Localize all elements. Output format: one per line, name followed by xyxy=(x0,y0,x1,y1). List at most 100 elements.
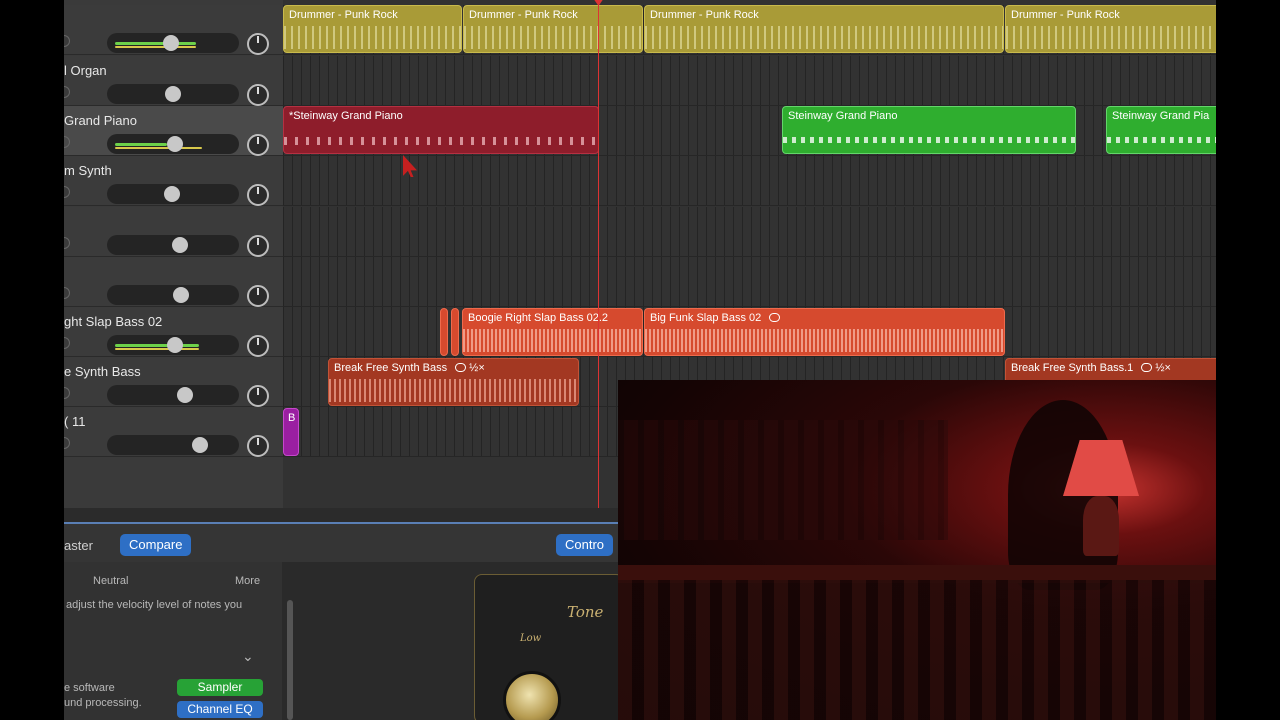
track-header[interactable] xyxy=(64,5,283,55)
region-label-wrap: Big Funk Slap Bass 02 xyxy=(650,312,781,324)
volume-slider-knob[interactable] xyxy=(162,35,179,51)
vertical-scrollbar[interactable] xyxy=(287,600,293,720)
track-name: Grand Piano xyxy=(64,113,137,128)
track-name: ght Slap Bass 02 xyxy=(64,314,163,329)
record-enable-icon[interactable] xyxy=(64,237,70,249)
region-label: Break Free Synth Bass xyxy=(334,362,448,374)
record-enable-icon[interactable] xyxy=(64,387,70,399)
record-enable-icon[interactable] xyxy=(64,287,70,299)
pan-knob[interactable] xyxy=(247,285,269,307)
channel-eq-plugin-button[interactable]: Channel EQ xyxy=(177,701,263,718)
pan-knob[interactable] xyxy=(247,385,269,407)
velocity-neutral-label: Neutral xyxy=(93,575,129,587)
drummer-region[interactable]: Drummer - Punk Rock xyxy=(283,5,462,53)
pan-knob[interactable] xyxy=(247,335,269,357)
record-enable-icon[interactable] xyxy=(64,186,70,198)
region-label: Steinway Grand Pia xyxy=(1112,110,1210,122)
track-lane[interactable] xyxy=(283,156,1216,206)
volume-slider-knob[interactable] xyxy=(176,387,193,403)
volume-slider-knob[interactable] xyxy=(191,437,208,453)
pan-knob[interactable] xyxy=(247,184,269,206)
track-header-selected[interactable]: Grand Piano xyxy=(64,106,283,156)
bass-region-fragment[interactable] xyxy=(440,308,448,356)
chevron-down-icon[interactable]: ⌄ xyxy=(242,648,254,665)
piano-region[interactable]: Steinway Grand Pia xyxy=(1106,106,1216,154)
track-lane[interactable] xyxy=(283,257,1216,307)
level-meter xyxy=(115,46,197,48)
pan-knob[interactable] xyxy=(247,33,269,55)
garageband-window: l Organ Grand Piano m Synth ght Slap Bas… xyxy=(64,0,1216,720)
volume-slider-knob[interactable] xyxy=(173,287,190,303)
track-header[interactable]: l Organ xyxy=(64,56,283,106)
track-name: m Synth xyxy=(64,163,112,178)
region-label-wrap: Break Free Synth Bass.1 ½× xyxy=(1011,362,1171,374)
volume-slider[interactable] xyxy=(107,285,239,305)
level-meter xyxy=(115,147,202,149)
track-header[interactable] xyxy=(64,257,283,307)
drummer-region[interactable]: Drummer - Punk Rock xyxy=(463,5,643,53)
track-header[interactable]: m Synth xyxy=(64,156,283,206)
bass-region[interactable]: Boogie Right Slap Bass 02.2 xyxy=(462,308,643,356)
volume-slider[interactable] xyxy=(107,84,239,104)
volume-slider[interactable] xyxy=(107,134,239,154)
low-tone-knob[interactable] xyxy=(503,671,561,720)
track-lane[interactable] xyxy=(283,207,1216,257)
volume-slider[interactable] xyxy=(107,335,239,355)
bass-region[interactable]: Big Funk Slap Bass 02 xyxy=(644,308,1005,356)
pan-knob[interactable] xyxy=(247,84,269,106)
track-header[interactable]: e Synth Bass xyxy=(64,357,283,407)
record-enable-icon[interactable] xyxy=(64,337,70,349)
volume-slider-knob[interactable] xyxy=(165,86,181,102)
piano-region[interactable]: Steinway Grand Piano xyxy=(782,106,1076,154)
loop-icon xyxy=(769,313,781,322)
speed-label: ½× xyxy=(1155,362,1171,374)
lamp-base-image xyxy=(1083,496,1119,556)
midi-notes xyxy=(284,137,598,145)
region-waveform xyxy=(463,329,642,352)
volume-slider[interactable] xyxy=(107,235,239,255)
region-label: B xyxy=(288,412,296,424)
volume-slider[interactable] xyxy=(107,184,239,204)
record-enable-icon[interactable] xyxy=(64,35,70,47)
drummer-region[interactable]: Drummer - Punk Rock xyxy=(1005,5,1216,53)
record-enable-icon[interactable] xyxy=(64,86,70,98)
software-description: e software xyxy=(64,682,115,694)
volume-slider-knob[interactable] xyxy=(163,186,180,202)
level-meter xyxy=(115,143,168,146)
record-enable-icon[interactable] xyxy=(64,437,70,449)
pan-knob[interactable] xyxy=(247,235,269,257)
playhead[interactable] xyxy=(598,0,599,508)
midi-notes xyxy=(783,137,1075,143)
compare-button[interactable]: Compare xyxy=(120,534,192,556)
controls-button[interactable]: Contro xyxy=(556,534,614,556)
track-headers: l Organ Grand Piano m Synth ght Slap Bas… xyxy=(64,0,283,508)
track-name: l Organ xyxy=(64,63,107,78)
sampler-plugin-button[interactable]: Sampler xyxy=(177,679,263,696)
region-waveform xyxy=(329,379,578,402)
loop-icon xyxy=(455,363,467,372)
volume-slider-knob[interactable] xyxy=(171,237,188,253)
track-lane[interactable] xyxy=(283,56,1216,106)
region-label: Boogie Right Slap Bass 02.2 xyxy=(468,312,609,324)
record-enable-icon[interactable] xyxy=(64,136,70,148)
pan-knob[interactable] xyxy=(247,435,269,457)
region-label: *Steinway Grand Piano xyxy=(289,110,403,122)
track-header[interactable] xyxy=(64,207,283,257)
tone-low-label: Low xyxy=(520,633,542,644)
track-header[interactable]: ght Slap Bass 02 xyxy=(64,307,283,357)
tab-master[interactable]: aster xyxy=(64,538,93,553)
volume-slider[interactable] xyxy=(107,385,239,405)
volume-slider-knob[interactable] xyxy=(167,337,184,353)
loop-icon xyxy=(1141,363,1153,372)
bass-region-fragment[interactable] xyxy=(451,308,459,356)
track-header[interactable]: ( 11 xyxy=(64,407,283,457)
volume-slider-knob[interactable] xyxy=(167,136,184,152)
drummer-region[interactable]: Drummer - Punk Rock xyxy=(644,5,1004,53)
track-11-region[interactable]: B xyxy=(283,408,299,456)
piano-region-selected[interactable]: *Steinway Grand Piano xyxy=(283,106,599,154)
volume-slider[interactable] xyxy=(107,435,239,455)
synth-bass-region[interactable]: Break Free Synth Bass ½× xyxy=(328,358,579,406)
volume-slider[interactable] xyxy=(107,33,239,53)
webcam-overlay xyxy=(618,380,1216,720)
pan-knob[interactable] xyxy=(247,134,269,156)
